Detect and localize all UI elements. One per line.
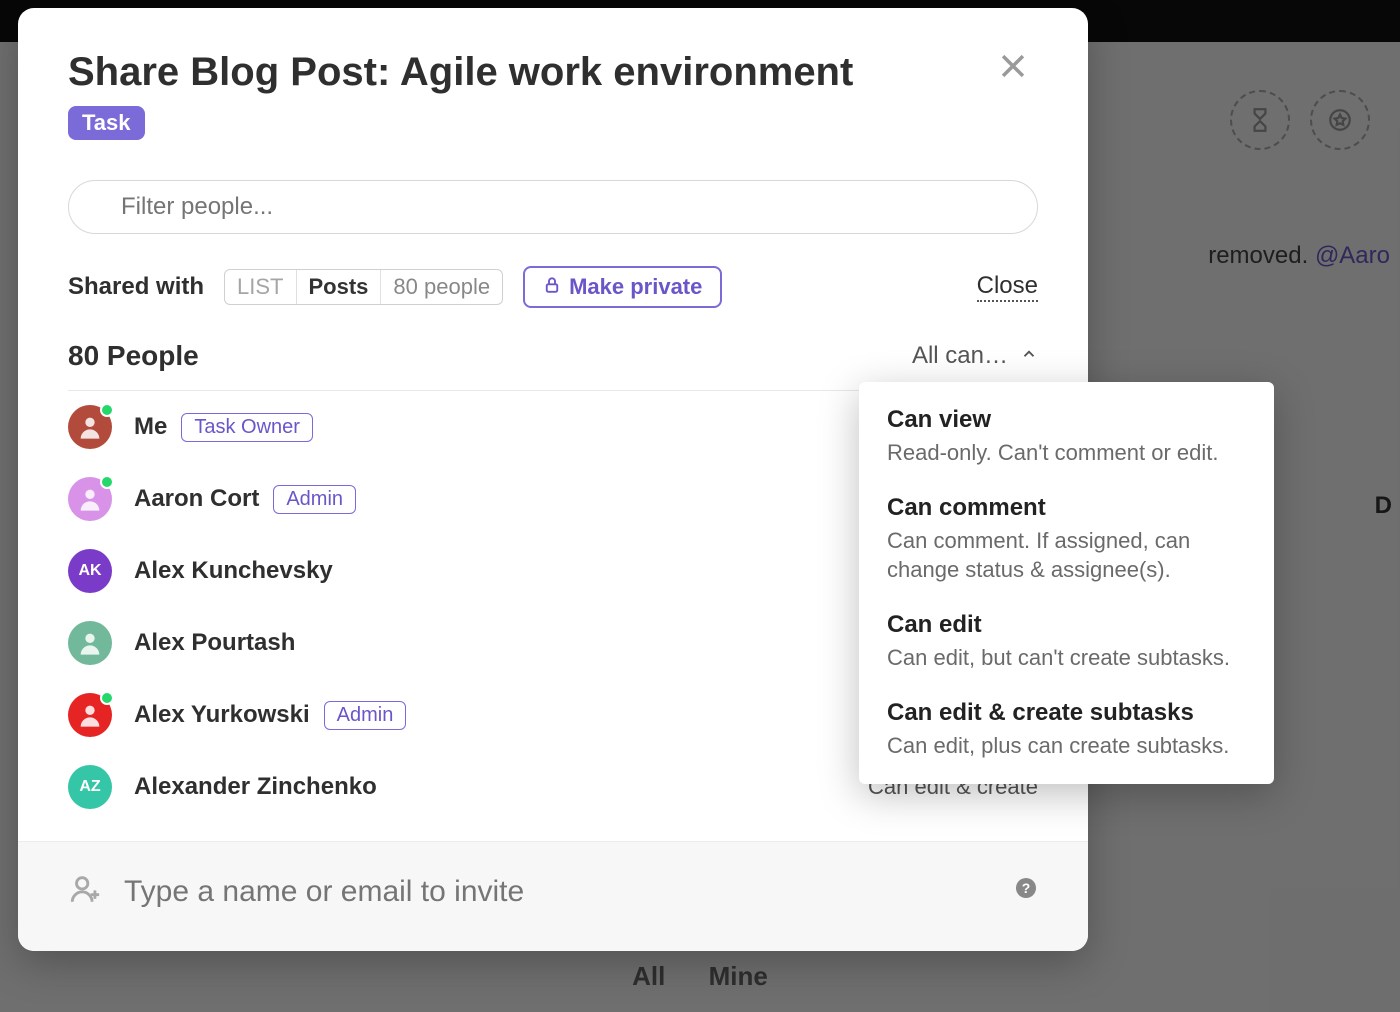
permission-option[interactable]: Can comment Can comment. If assigned, can…: [887, 494, 1246, 585]
permission-option-desc: Can edit, plus can create subtasks.: [887, 731, 1246, 761]
avatar[interactable]: AZ: [68, 765, 112, 809]
close-icon[interactable]: [988, 48, 1038, 90]
role-badge: Admin: [324, 701, 407, 730]
permission-option[interactable]: Can view Read-only. Can't comment or edit…: [887, 406, 1246, 468]
shared-segments: LIST Posts 80 people: [224, 269, 503, 305]
avatar[interactable]: [68, 621, 112, 665]
all-can-label: All can…: [912, 342, 1008, 370]
person-name: Alex Yurkowski: [134, 701, 310, 729]
chevron-up-icon: [1020, 342, 1038, 370]
seg-count[interactable]: 80 people: [381, 270, 502, 304]
role-badge: Task Owner: [181, 413, 313, 442]
person-name: Alexander Zinchenko: [134, 773, 377, 801]
permission-option-title: Can comment: [887, 494, 1246, 522]
seg-list[interactable]: LIST: [225, 270, 296, 304]
avatar[interactable]: AK: [68, 549, 112, 593]
add-person-icon: [68, 872, 102, 911]
avatar[interactable]: [68, 405, 112, 449]
permission-dropdown: Can view Read-only. Can't comment or edit…: [859, 382, 1274, 784]
people-heading: 80 People: [68, 340, 199, 372]
help-icon[interactable]: ?: [1014, 876, 1038, 907]
lock-icon: [543, 274, 561, 300]
modal-title: Share Blog Post: Agile work environment: [68, 48, 988, 96]
invite-bar: ?: [18, 841, 1088, 951]
presence-indicator: [100, 691, 114, 705]
permission-option-desc: Can comment. If assigned, can change sta…: [887, 526, 1246, 585]
role-badge: Admin: [273, 485, 356, 514]
presence-indicator: [100, 403, 114, 417]
seg-posts[interactable]: Posts: [297, 270, 382, 304]
permission-option[interactable]: Can edit Can edit, but can't create subta…: [887, 611, 1246, 673]
avatar[interactable]: [68, 477, 112, 521]
svg-text:?: ?: [1022, 880, 1031, 896]
permission-option-title: Can view: [887, 406, 1246, 434]
close-link[interactable]: Close: [977, 272, 1038, 302]
person-name: Alex Kunchevsky: [134, 557, 333, 585]
invite-input[interactable]: [124, 875, 1014, 909]
filter-input[interactable]: [68, 180, 1038, 234]
permission-option[interactable]: Can edit & create subtasks Can edit, plus…: [887, 699, 1246, 761]
avatar[interactable]: [68, 693, 112, 737]
person-name: Me: [134, 413, 167, 441]
all-can-dropdown-trigger[interactable]: All can…: [912, 342, 1038, 370]
task-badge: Task: [68, 106, 145, 140]
make-private-button[interactable]: Make private: [523, 266, 722, 308]
permission-option-desc: Read-only. Can't comment or edit.: [887, 438, 1246, 468]
make-private-label: Make private: [569, 274, 702, 300]
permission-option-title: Can edit: [887, 611, 1246, 639]
shared-with-label: Shared with: [68, 273, 204, 301]
permission-option-title: Can edit & create subtasks: [887, 699, 1246, 727]
presence-indicator: [100, 475, 114, 489]
person-name: Alex Pourtash: [134, 629, 295, 657]
permission-option-desc: Can edit, but can't create subtasks.: [887, 643, 1246, 673]
person-name: Aaron Cort: [134, 485, 259, 513]
